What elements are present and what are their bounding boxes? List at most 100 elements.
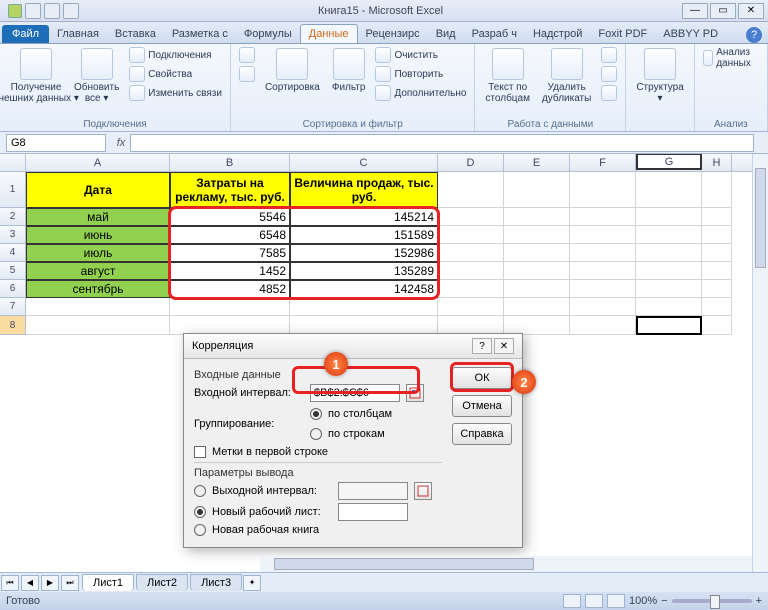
radio-output-book[interactable]: Новая рабочая книга	[194, 524, 442, 536]
view-pagebreak-icon[interactable]	[607, 594, 625, 608]
cell-A4[interactable]: июль	[26, 244, 170, 262]
tab-dev[interactable]: Разраб ч	[464, 25, 525, 43]
data-validation[interactable]	[599, 46, 619, 64]
sheet-tab-2[interactable]: Лист2	[136, 574, 188, 591]
col-C[interactable]: C	[290, 154, 438, 171]
properties[interactable]: Свойства	[127, 65, 224, 83]
get-external-data[interactable]: Получение внешних данных ▾	[6, 46, 66, 106]
cell-C2[interactable]: 145214	[290, 208, 438, 226]
tab-data[interactable]: Данные	[300, 24, 358, 43]
col-E[interactable]: E	[504, 154, 570, 171]
cell-C4[interactable]: 152986	[290, 244, 438, 262]
select-all-corner[interactable]	[0, 154, 26, 171]
zoom-slider[interactable]	[672, 599, 752, 603]
tab-home[interactable]: Главная	[49, 25, 107, 43]
tab-layout[interactable]: Разметка с	[164, 25, 236, 43]
ref-edit-icon[interactable]	[406, 384, 424, 402]
zoom-level[interactable]: 100%	[629, 595, 657, 607]
connections[interactable]: Подключения	[127, 46, 224, 64]
input-range-field[interactable]	[310, 384, 400, 402]
row-1[interactable]: 1	[0, 172, 26, 208]
col-D[interactable]: D	[438, 154, 504, 171]
tab-view[interactable]: Вид	[428, 25, 464, 43]
cell-B5[interactable]: 1452	[170, 262, 290, 280]
row-4[interactable]: 4	[0, 244, 26, 262]
col-F[interactable]: F	[570, 154, 636, 171]
ok-button[interactable]: ОК	[452, 367, 512, 389]
refresh-all[interactable]: Обновить все ▾	[70, 46, 123, 106]
help-button[interactable]: Справка	[452, 423, 512, 445]
ref-edit-output-icon[interactable]	[414, 482, 432, 500]
row-6[interactable]: 6	[0, 280, 26, 298]
cell-A6[interactable]: сентябрь	[26, 280, 170, 298]
dialog-help-icon[interactable]: ?	[472, 338, 492, 354]
sort[interactable]: Сортировка	[261, 46, 324, 95]
new-sheet-icon[interactable]: ✦	[243, 575, 261, 591]
zoom-out-icon[interactable]: −	[661, 595, 667, 607]
tab-abbyy[interactable]: ABBYY PD	[655, 25, 726, 43]
radio-by-rows[interactable]: по строкам	[310, 428, 392, 440]
cell-B3[interactable]: 6548	[170, 226, 290, 244]
cell-A2[interactable]: май	[26, 208, 170, 226]
consolidate[interactable]	[599, 65, 619, 83]
clear-filter[interactable]: Очистить	[373, 46, 468, 64]
cell-C1[interactable]: Величина продаж, тыс. руб.	[290, 172, 438, 208]
radio-output-sheet[interactable]: Новый рабочий лист:	[194, 503, 442, 521]
edit-links[interactable]: Изменить связи	[127, 84, 224, 102]
cell-B4[interactable]: 7585	[170, 244, 290, 262]
tab-insert[interactable]: Вставка	[107, 25, 164, 43]
sheet-nav-first[interactable]: ⏮	[1, 575, 19, 591]
active-cell-G8[interactable]	[636, 316, 702, 335]
horizontal-scrollbar[interactable]	[260, 556, 752, 572]
cell-C3[interactable]: 151589	[290, 226, 438, 244]
name-box[interactable]: G8	[6, 134, 106, 152]
sheet-nav-prev[interactable]: ◀	[21, 575, 39, 591]
col-G[interactable]: G	[636, 154, 702, 170]
filter[interactable]: Фильтр	[328, 46, 370, 95]
row-5[interactable]: 5	[0, 262, 26, 280]
tab-formulas[interactable]: Формулы	[236, 25, 300, 43]
chk-labels-first-row[interactable]: Метки в первой строке	[194, 446, 442, 458]
cell-A3[interactable]: июнь	[26, 226, 170, 244]
tab-foxit[interactable]: Foxit PDF	[590, 25, 655, 43]
outline-structure[interactable]: Структура ▾	[632, 46, 687, 106]
sort-desc[interactable]	[237, 65, 257, 83]
whatif[interactable]	[599, 84, 619, 102]
cell-B2[interactable]: 5546	[170, 208, 290, 226]
cell-A5[interactable]: август	[26, 262, 170, 280]
tab-review[interactable]: Рецензирс	[358, 25, 428, 43]
cell-C5[interactable]: 135289	[290, 262, 438, 280]
qat-undo[interactable]	[44, 3, 60, 19]
cell-B1[interactable]: Затраты на рекламу, тыс. руб.	[170, 172, 290, 208]
formula-bar[interactable]	[130, 134, 754, 152]
minimize-button[interactable]: —	[682, 3, 708, 19]
cell-A1[interactable]: Дата	[26, 172, 170, 208]
help-icon[interactable]: ?	[746, 27, 762, 43]
cancel-button[interactable]: Отмена	[452, 395, 512, 417]
col-B[interactable]: B	[170, 154, 290, 171]
sheet-tab-1[interactable]: Лист1	[82, 574, 134, 591]
qat-redo[interactable]	[63, 3, 79, 19]
cell-C6[interactable]: 142458	[290, 280, 438, 298]
sheet-nav-next[interactable]: ▶	[41, 575, 59, 591]
sheet-tab-3[interactable]: Лист3	[190, 574, 242, 591]
radio-output-range[interactable]: Выходной интервал:	[194, 482, 442, 500]
tab-addin[interactable]: Надстрой	[525, 25, 590, 43]
col-H[interactable]: H	[702, 154, 732, 171]
row-2[interactable]: 2	[0, 208, 26, 226]
radio-by-cols[interactable]: по столбцам	[310, 408, 392, 420]
dialog-close-icon[interactable]: ✕	[494, 338, 514, 354]
text-to-columns[interactable]: Текст по столбцам	[481, 46, 534, 106]
zoom-in-icon[interactable]: +	[756, 595, 762, 607]
cell-B6[interactable]: 4852	[170, 280, 290, 298]
reapply-filter[interactable]: Повторить	[373, 65, 468, 83]
advanced-filter[interactable]: Дополнительно	[373, 84, 468, 102]
vertical-scrollbar[interactable]	[752, 154, 768, 572]
close-button[interactable]: ✕	[738, 3, 764, 19]
remove-duplicates[interactable]: Удалить дубликаты	[538, 46, 595, 106]
data-analysis[interactable]: Анализ данных	[701, 46, 761, 70]
sheet-nav-last[interactable]: ⏭	[61, 575, 79, 591]
view-layout-icon[interactable]	[585, 594, 603, 608]
qat-save[interactable]	[25, 3, 41, 19]
tab-file[interactable]: Файл	[2, 25, 49, 43]
